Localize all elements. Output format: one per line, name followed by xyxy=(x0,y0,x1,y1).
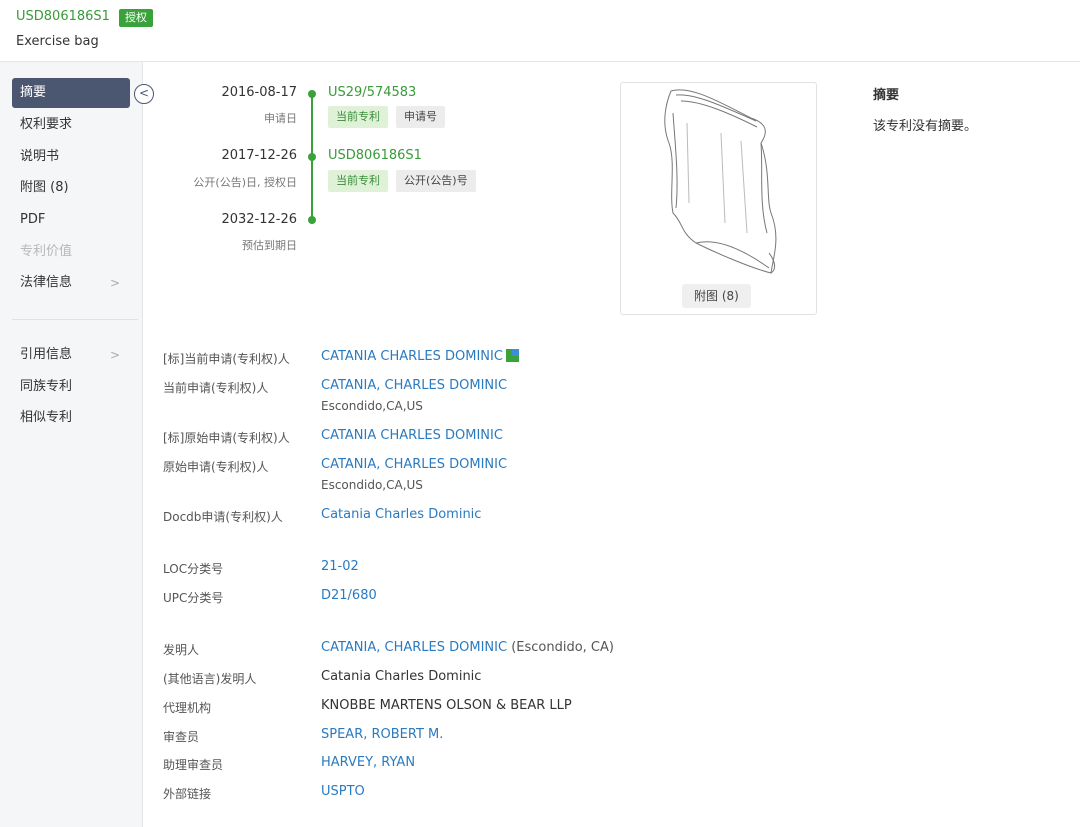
abstract-text: 该专利没有摘要。 xyxy=(873,119,978,134)
field-label: Docdb申请(专利权)人 xyxy=(163,510,283,524)
timeline-dot xyxy=(308,90,316,98)
sidebar-item-pdf[interactable]: PDF xyxy=(12,205,130,235)
timeline-label: 申请日 xyxy=(264,112,297,125)
timeline-label: 预估到期日 xyxy=(242,239,297,252)
drawings-button[interactable]: 附图 (8) xyxy=(682,284,751,308)
upc-class-link[interactable]: D21/680 xyxy=(321,588,377,603)
sidebar-item-similar[interactable]: 相似专利 xyxy=(12,403,130,433)
timeline-dot xyxy=(308,153,316,161)
sidebar-item-citations[interactable]: 引用信息 > xyxy=(12,340,130,370)
sidebar-item-patent-value: 专利价值 xyxy=(20,244,73,259)
patent-header: USD806186S1 授权 Exercise bag xyxy=(0,0,1080,62)
chevron-right-icon: > xyxy=(109,276,120,290)
agency-value: KNOBBE MARTENS OLSON & BEAR LLP xyxy=(321,698,572,713)
examiner-link[interactable]: SPEAR, ROBERT M. xyxy=(321,727,443,742)
patent-number: USD806186S1 xyxy=(16,9,110,24)
sidebar-item-claims[interactable]: 权利要求 xyxy=(12,110,130,140)
application-number-link[interactable]: US29/574583 xyxy=(328,85,416,100)
field-label: 当前申请(专利权)人 xyxy=(163,381,269,395)
inventor-link[interactable]: CATANIA, CHARLES DOMINIC xyxy=(321,640,507,655)
timeline-label: 公开(公告)日, 授权日 xyxy=(193,176,297,189)
sidebar: 摘要 权利要求 说明书 附图 (8) PDF 专利价值 法律信息 > 引用信息 > … xyxy=(0,62,143,827)
field-label: UPC分类号 xyxy=(163,591,224,605)
drawing-thumbnail[interactable] xyxy=(620,82,817,315)
field-label: 原始申请(专利权)人 xyxy=(163,460,269,474)
chevron-right-icon: > xyxy=(109,348,120,362)
inventor-row: CATANIA, CHARLES DOMINIC (Escondido, CA) xyxy=(321,640,614,655)
current-assignee-address: Escondido,CA,US xyxy=(321,399,423,413)
std-current-assignee-row: CATANIA CHARLES DOMINIC xyxy=(321,349,519,364)
std-current-assignee-link[interactable]: CATANIA CHARLES DOMINIC xyxy=(321,349,503,364)
sidebar-item-family[interactable]: 同族专利 xyxy=(12,372,130,402)
exercise-bag-drawing xyxy=(664,89,777,274)
tag-application-number: 申请号 xyxy=(396,106,445,128)
status-badge: 授权 xyxy=(119,9,153,27)
sidebar-item-legal-info[interactable]: 法律信息 > xyxy=(12,268,130,298)
inventor-location: (Escondido, CA) xyxy=(511,640,614,655)
sidebar-item-abstract[interactable]: 摘要 xyxy=(12,78,130,108)
uspto-link[interactable]: USPTO xyxy=(321,784,365,799)
field-label: 审查员 xyxy=(163,730,200,744)
original-assignee-address: Escondido,CA,US xyxy=(321,478,423,492)
sidebar-item-drawings[interactable]: 附图 (8) xyxy=(12,173,130,203)
field-label: [标]当前申请(专利权)人 xyxy=(163,352,290,366)
loc-class-link[interactable]: 21-02 xyxy=(321,559,359,574)
patent-title: Exercise bag xyxy=(16,34,99,49)
timeline-dot xyxy=(308,216,316,224)
field-label: [标]原始申请(专利权)人 xyxy=(163,431,290,445)
publication-number-link[interactable]: USD806186S1 xyxy=(328,148,422,163)
original-assignee-link[interactable]: CATANIA, CHARLES DOMINIC xyxy=(321,457,507,472)
std-original-assignee-link[interactable]: CATANIA CHARLES DOMINIC xyxy=(321,428,503,443)
assistant-examiner-link[interactable]: HARVEY, RYAN xyxy=(321,755,415,770)
field-label: (其他语言)发明人 xyxy=(163,672,257,686)
abstract-heading: 摘要 xyxy=(873,88,900,103)
timeline-date: 2016-08-17 xyxy=(221,85,297,100)
current-assignee-link[interactable]: CATANIA, CHARLES DOMINIC xyxy=(321,378,507,393)
timeline-date: 2017-12-26 xyxy=(221,148,297,163)
field-label: 代理机构 xyxy=(163,701,212,715)
collapse-sidebar-button[interactable]: < xyxy=(134,84,154,104)
docdb-assignee-link[interactable]: Catania Charles Dominic xyxy=(321,507,481,522)
inventor-other-language: Catania Charles Dominic xyxy=(321,669,482,684)
sidebar-divider xyxy=(12,319,138,320)
field-label: 外部链接 xyxy=(163,787,212,801)
tag-current-patent: 当前专利 xyxy=(328,106,388,128)
field-label: 发明人 xyxy=(163,643,200,657)
timeline-date: 2032-12-26 xyxy=(221,212,297,227)
tag-current-patent: 当前专利 xyxy=(328,170,388,192)
sidebar-item-description[interactable]: 说明书 xyxy=(12,142,130,172)
company-logo-icon xyxy=(505,349,519,362)
field-label: LOC分类号 xyxy=(163,562,224,576)
field-label: 助理审查员 xyxy=(163,758,224,772)
tag-publication-number: 公开(公告)号 xyxy=(396,170,476,192)
